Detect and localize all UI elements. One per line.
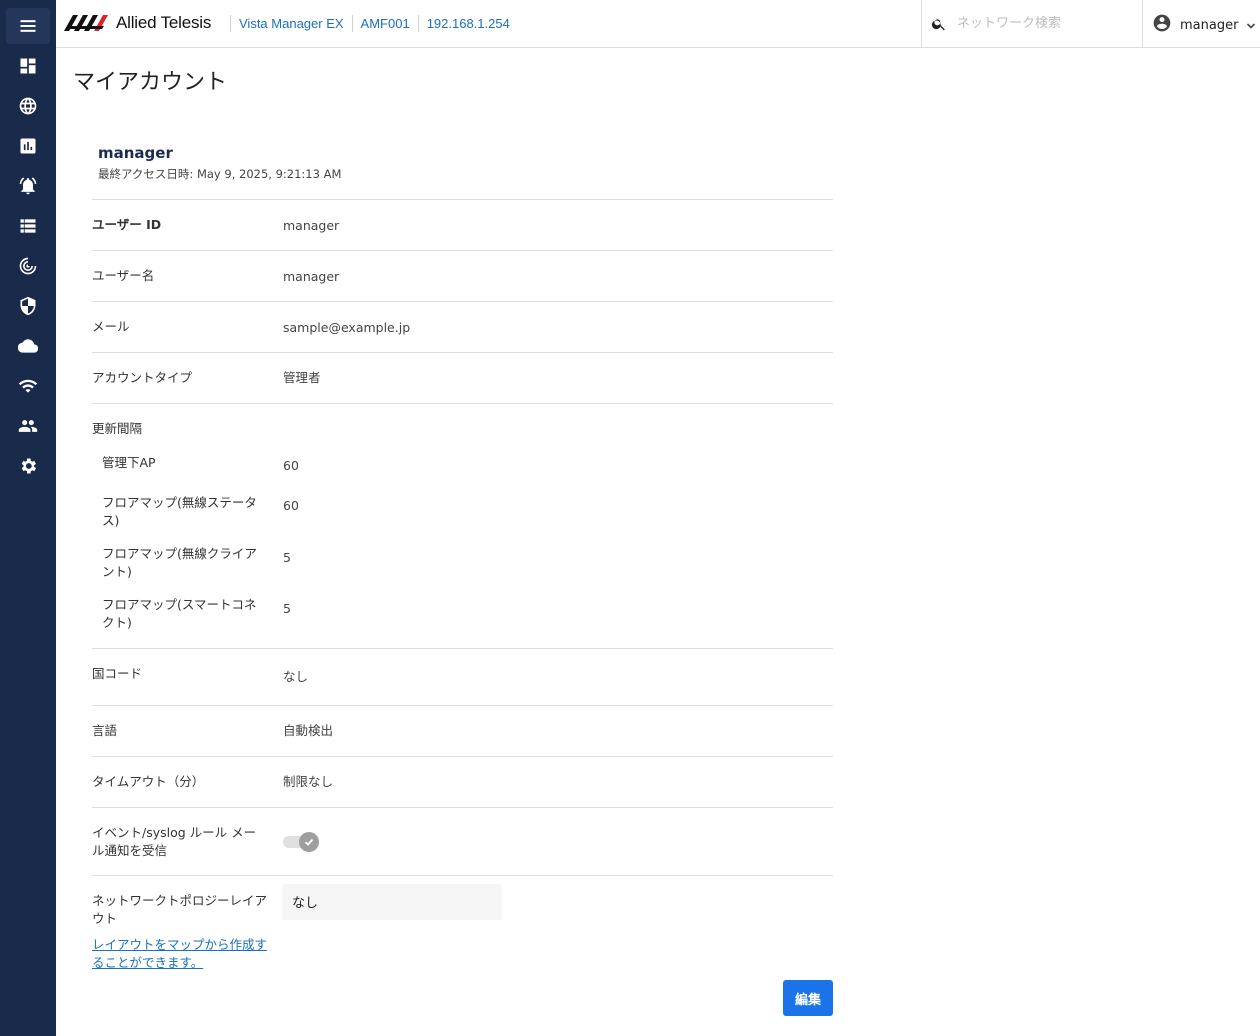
field-label: タイムアウト（分） [92,774,205,789]
list-icon[interactable] [6,208,50,244]
search-box [921,0,1143,47]
logo-mark-icon [64,15,108,31]
search-icon [931,18,945,30]
field-value: manager [283,218,340,233]
check-icon [304,838,314,846]
field-label: イベント/syslog ルール メール通知を受信 [92,825,257,858]
breadcrumb-network[interactable]: AMF001 [351,15,418,32]
user-name: manager [1180,17,1239,33]
page-title: マイアカウント [73,70,228,95]
field-row-country-code: 国コード なし [92,648,833,705]
refresh-item-value: 5 [283,550,291,565]
toggle-knob [299,832,319,852]
field-row-email: メール sample@example.jp [92,301,833,352]
refresh-item-value: 60 [283,498,299,513]
event-mail-toggle[interactable] [283,832,319,852]
alarm-icon[interactable] [6,168,50,204]
field-label: 言語 [92,723,118,738]
field-label: 国コード [92,666,143,681]
field-row-user-name: ユーザー名 manager [92,250,833,301]
refresh-item-value: 5 [283,601,291,616]
refresh-item-value: 60 [283,458,299,473]
search-input[interactable] [957,16,1137,31]
refresh-item-label: 管理下AP [102,455,156,470]
edit-button[interactable]: 編集 [783,980,833,1016]
radar-icon[interactable] [6,248,50,284]
field-row-topology-layout: ネットワークトポロジーレイアウト なし レイアウトをマップから作成することができ… [92,875,833,985]
brand-logo[interactable]: Allied Telesis [64,10,211,36]
field-value: 制限なし [283,774,334,789]
sidebar [0,0,56,1036]
field-label: ユーザー ID [92,217,162,232]
field-label: ユーザー名 [92,268,155,283]
breadcrumb-address[interactable]: 192.168.1.254 [417,15,518,32]
chart-icon[interactable] [6,128,50,164]
wifi-icon[interactable] [6,368,50,404]
field-value: なし [283,669,309,684]
field-value: sample@example.jp [283,320,411,335]
top-header: Allied Telesis Vista Manager EX AMF001 1… [56,0,1260,48]
user-menu[interactable]: manager [1152,13,1256,37]
field-row-language: 言語 自動検出 [92,705,833,756]
account-circle-icon [1152,13,1172,37]
refresh-item-label: フロアマップ(スマートコネクト) [102,597,257,630]
refresh-item-label: フロアマップ(無線クライアント) [102,546,257,579]
field-value: manager [283,269,340,284]
globe-icon[interactable] [6,88,50,124]
field-value: 管理者 [283,370,321,385]
last-access: 最終アクセス日時: May 9, 2025, 9:21:13 AM [98,167,342,181]
menu-icon[interactable] [6,8,50,44]
profile-name: manager [98,144,173,162]
field-row-event-mail: イベント/syslog ルール メール通知を受信 [92,807,833,875]
refresh-item-label: フロアマップ(無線ステータス) [102,495,257,528]
create-layout-link[interactable]: レイアウトをマップから作成することができます。 [92,936,272,972]
field-row-timeout: タイムアウト（分） 制限なし [92,756,833,807]
field-row-refresh-interval: 更新間隔 管理下AP 60 フロアマップ(無線ステータス) 60 フロアマップ(… [92,403,833,648]
dashboard-icon[interactable] [6,48,50,84]
chevron-down-icon [1238,16,1256,35]
field-label: アカウントタイプ [92,370,193,385]
breadcrumb-app[interactable]: Vista Manager EX [230,15,352,32]
field-row-user-id: ユーザー ID manager [92,199,833,250]
shield-icon[interactable] [6,288,50,324]
brand-name: Allied Telesis [116,13,212,32]
field-value: 自動検出 [283,723,334,738]
field-row-account-type: アカウントタイプ 管理者 [92,352,833,403]
people-icon[interactable] [6,408,50,444]
breadcrumb: Vista Manager EX AMF001 192.168.1.254 [230,15,518,32]
gear-icon[interactable] [6,448,50,484]
field-label: メール [92,319,130,334]
topology-layout-select[interactable]: なし [282,884,502,920]
field-label: ネットワークトポロジーレイアウト [92,893,268,926]
cloud-icon[interactable] [6,328,50,364]
field-label: 更新間隔 [92,421,143,436]
